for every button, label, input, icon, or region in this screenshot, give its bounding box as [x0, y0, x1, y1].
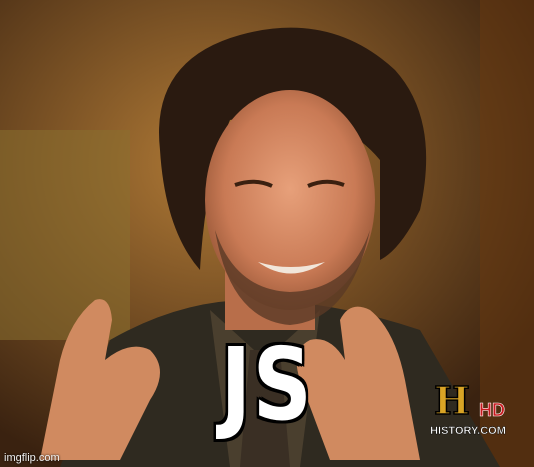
logo-badge: HD: [479, 400, 505, 420]
background-frame: [0, 130, 130, 340]
meme-caption: JS: [220, 326, 314, 443]
history-logo: H HD HISTORY.COM: [430, 378, 506, 437]
logo-letter: H: [434, 378, 470, 423]
logo-site: HISTORY.COM: [430, 425, 506, 437]
meme-image: JS H HD HISTORY.COM imgflip.com: [0, 0, 534, 467]
watermark: imgflip.com: [4, 452, 60, 464]
